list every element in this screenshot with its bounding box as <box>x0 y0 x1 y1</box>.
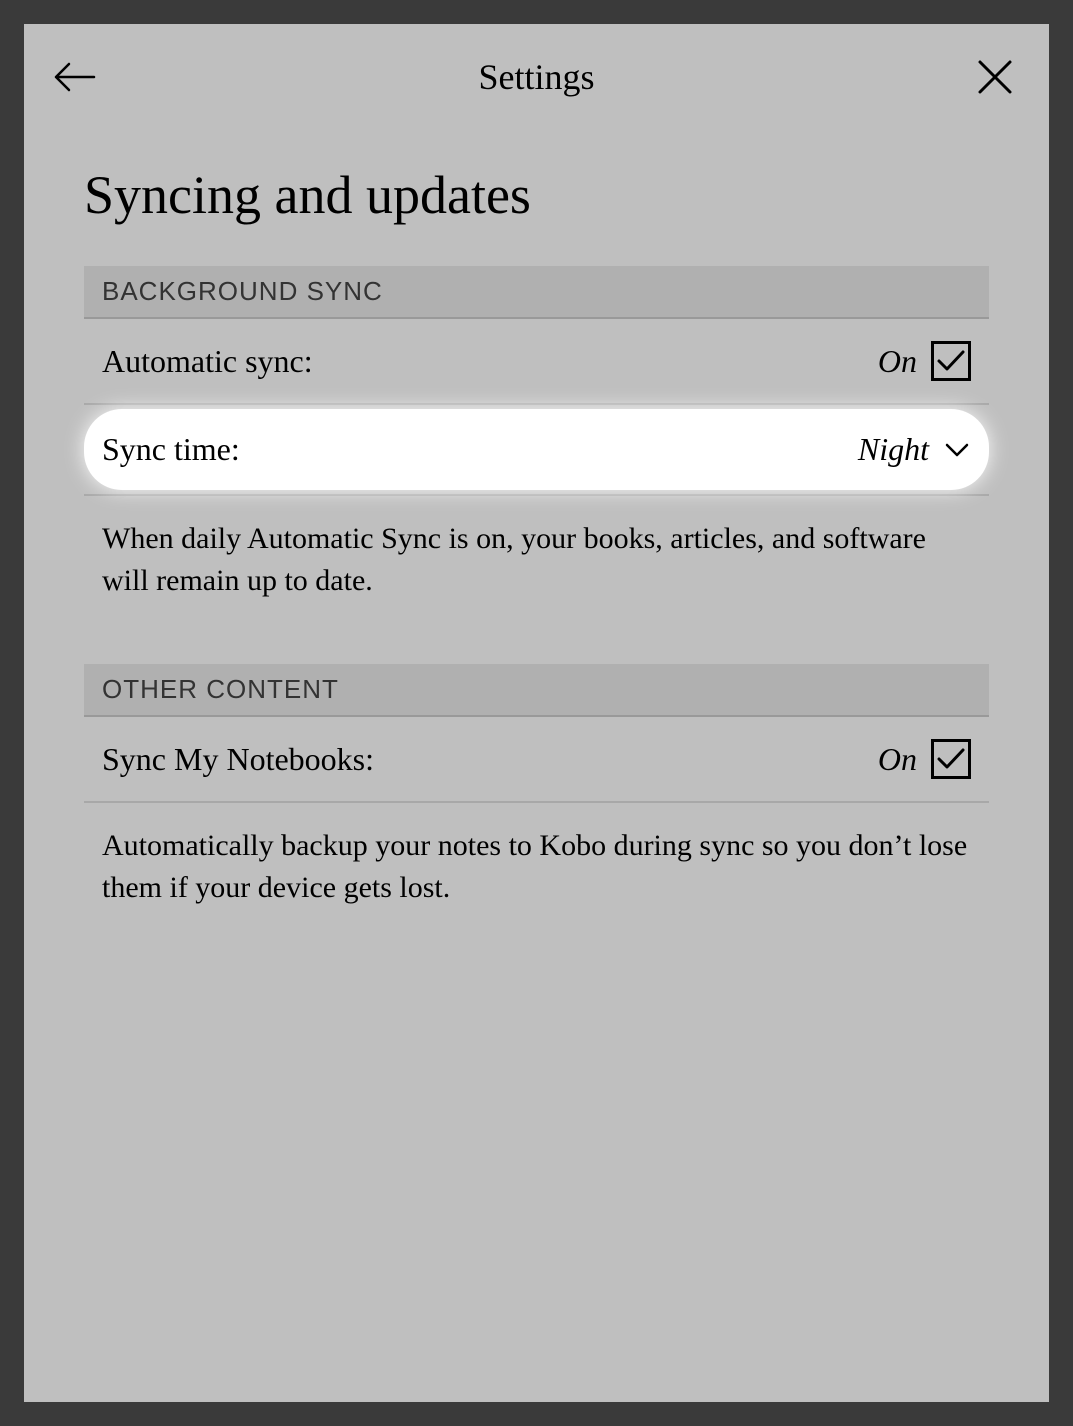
automatic-sync-label: Automatic sync: <box>102 343 313 380</box>
other-content-description: Automatically backup your notes to Kobo … <box>84 803 989 931</box>
sync-notebooks-control: On <box>878 739 971 779</box>
chevron-down-icon <box>945 443 969 457</box>
section-header-background-sync: BACKGROUND SYNC <box>84 266 989 319</box>
sync-notebooks-value: On <box>878 741 917 778</box>
automatic-sync-value: On <box>878 343 917 380</box>
automatic-sync-checkbox[interactable] <box>931 341 971 381</box>
back-arrow-icon <box>54 62 96 92</box>
setting-row-sync-notebooks[interactable]: Sync My Notebooks: On <box>84 717 989 803</box>
header: Settings <box>24 24 1049 129</box>
section-header-other-content: OTHER CONTENT <box>84 664 989 717</box>
close-button[interactable] <box>971 53 1019 101</box>
sync-notebooks-label: Sync My Notebooks: <box>102 741 374 778</box>
sync-time-control: Night <box>858 431 971 468</box>
checkmark-icon <box>936 348 966 374</box>
background-sync-description: When daily Automatic Sync is on, your bo… <box>84 496 989 624</box>
sync-time-dropdown[interactable] <box>943 436 971 464</box>
sync-notebooks-checkbox[interactable] <box>931 739 971 779</box>
setting-row-automatic-sync[interactable]: Automatic sync: On <box>84 319 989 405</box>
back-button[interactable] <box>54 53 102 101</box>
page-title: Syncing and updates <box>84 164 989 226</box>
automatic-sync-control: On <box>878 341 971 381</box>
checkmark-icon <box>936 746 966 772</box>
close-icon <box>976 58 1014 96</box>
sync-time-value: Night <box>858 431 929 468</box>
header-title: Settings <box>478 56 594 98</box>
sync-time-label: Sync time: <box>102 431 240 468</box>
setting-row-sync-time[interactable]: Sync time: Night <box>84 409 989 490</box>
